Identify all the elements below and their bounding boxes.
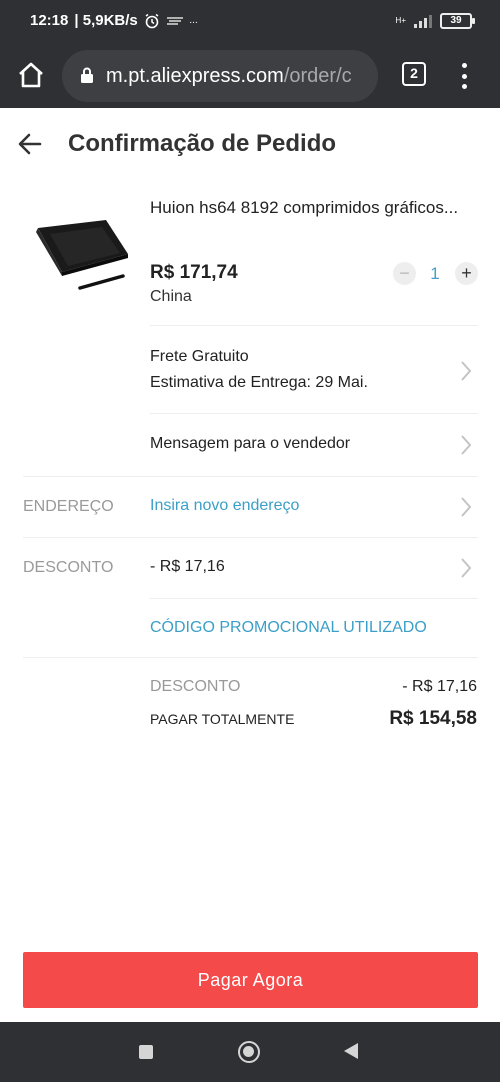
chevron-right-icon	[461, 361, 472, 381]
status-time: 12:18	[30, 12, 69, 29]
divider	[150, 413, 478, 414]
summary-discount-value: - R$ 17,16	[402, 678, 477, 695]
address-label: ENDEREÇO	[23, 498, 114, 515]
delivery-estimate: Estimativa de Entrega: 29 Mai.	[150, 374, 368, 391]
chevron-right-icon	[461, 497, 472, 517]
url-host: m.pt.aliexpress.com	[106, 65, 284, 87]
home-nav-icon[interactable]	[238, 1041, 260, 1063]
status-bar: 12:18 | 5,9KB/s ... H+ 39	[0, 0, 500, 44]
divider	[150, 598, 478, 599]
promo-code-link[interactable]: CÓDIGO PROMOCIONAL UTILIZADO	[150, 619, 427, 637]
battery-level: 39	[450, 15, 462, 26]
status-left: 12:18 | 5,9KB/s ...	[30, 12, 198, 29]
chevron-right-icon	[461, 558, 472, 578]
recent-apps-icon[interactable]	[139, 1045, 153, 1059]
back-nav-icon[interactable]	[344, 1043, 358, 1059]
pay-now-button[interactable]: Pagar Agora	[23, 952, 478, 1008]
product-price: R$ 171,74	[150, 262, 238, 283]
url-text: m.pt.aliexpress.com/order/c	[106, 65, 352, 88]
url-path: /order/c	[283, 65, 352, 87]
product-image[interactable]	[28, 210, 136, 310]
divider	[23, 476, 478, 477]
discount-label: DESCONTO	[23, 559, 114, 576]
home-icon[interactable]	[16, 60, 46, 90]
quantity-decrease-button[interactable]: −	[393, 262, 416, 285]
address-bar[interactable]: m.pt.aliexpress.com/order/c	[62, 50, 378, 102]
browser-menu-icon[interactable]	[454, 60, 474, 92]
total-label: PAGAR TOTALMENTE	[150, 711, 295, 727]
chevron-right-icon	[461, 435, 472, 455]
network-speed: | 5,9KB/s	[74, 12, 138, 29]
quantity-increase-button[interactable]: +	[455, 262, 478, 285]
add-address-link[interactable]: Insira novo endereço	[150, 497, 299, 515]
page-header: Confirmação de Pedido	[0, 108, 500, 180]
divider	[150, 325, 478, 326]
quantity-value: 1	[430, 264, 440, 283]
tab-count: 2	[410, 65, 418, 81]
summary-discount-label: DESCONTO	[150, 678, 241, 695]
shipping-method: Frete Gratuito	[150, 348, 249, 365]
message-seller-label: Mensagem para o vendedor	[150, 435, 351, 452]
discount-value: - R$ 17,16	[150, 558, 225, 575]
tab-switcher-button[interactable]: 2	[402, 62, 426, 86]
total-value: R$ 154,58	[389, 708, 477, 729]
system-nav-bar	[0, 1022, 500, 1082]
signal-icon	[414, 14, 432, 28]
divider	[23, 537, 478, 538]
lock-icon	[81, 67, 93, 83]
battery-icon: 39	[440, 13, 475, 29]
status-right: H+ 39	[395, 13, 475, 29]
browser-toolbar: m.pt.aliexpress.com/order/c 2	[0, 44, 500, 108]
network-type: H+	[395, 16, 406, 25]
notification-icon	[166, 16, 183, 25]
alarm-icon	[145, 13, 159, 28]
status-more-dots: ...	[189, 15, 199, 26]
product-name[interactable]: Huion hs64 8192 comprimidos gráficos...	[150, 198, 480, 218]
page-title: Confirmação de Pedido	[68, 130, 337, 157]
product-origin: China	[150, 288, 192, 305]
divider	[23, 657, 478, 658]
back-arrow-icon[interactable]	[16, 130, 44, 158]
